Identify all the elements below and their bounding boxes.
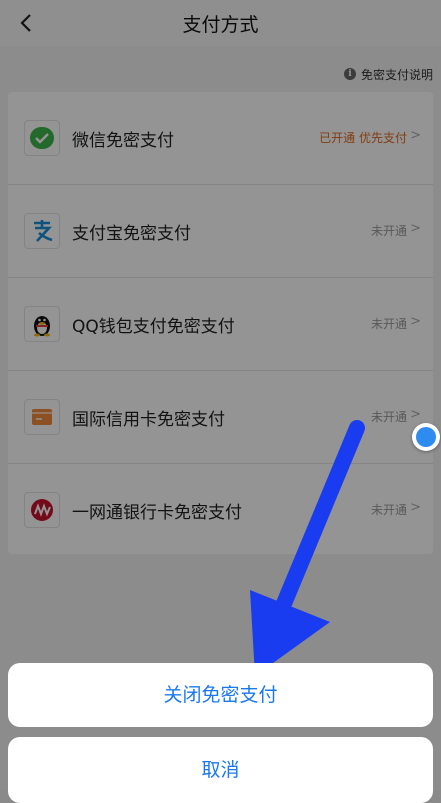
close-password-free-button[interactable]: 关闭免密支付 — [8, 663, 433, 727]
cancel-button[interactable]: 取消 — [8, 737, 433, 803]
